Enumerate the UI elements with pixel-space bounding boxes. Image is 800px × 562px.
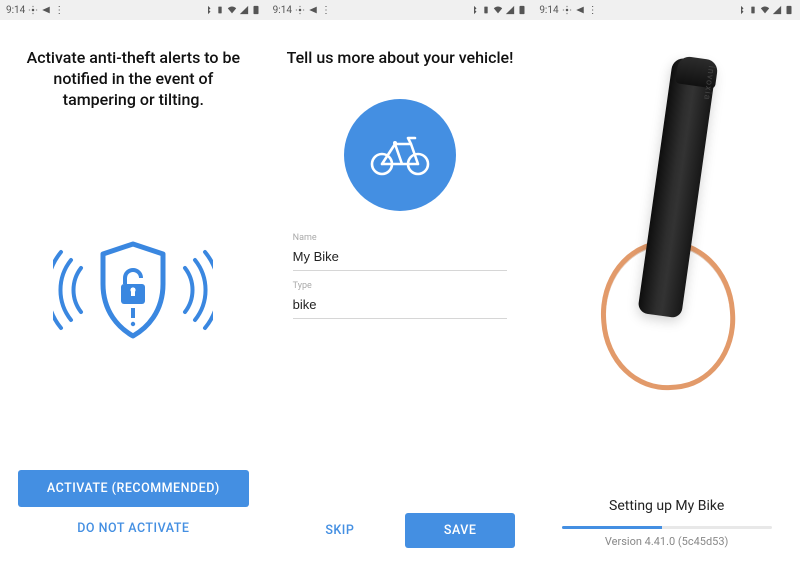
- anti-theft-heading: Activate anti-theft alerts to be notifie…: [18, 48, 249, 110]
- screen-vehicle-form: 9:14 ⋮ Tell us more about your vehicle! …: [267, 0, 534, 562]
- save-button[interactable]: Save: [405, 513, 515, 548]
- status-battery-icon: [517, 5, 527, 15]
- status-gps-icon: [295, 5, 305, 15]
- status-misc-icon: ⋮: [54, 5, 64, 16]
- status-bluetooth-icon: [736, 5, 746, 15]
- status-vibrate-icon: [481, 5, 491, 15]
- status-time: 9:14: [273, 5, 292, 16]
- shield-alert-icon: [53, 230, 213, 350]
- status-battery-icon: [251, 5, 261, 15]
- status-wifi-icon: [760, 5, 770, 15]
- name-label: Name: [293, 233, 508, 243]
- vehicle-heading: Tell us more about your vehicle!: [281, 48, 520, 67]
- status-misc-icon: ⋮: [588, 5, 598, 16]
- status-bar: 9:14 ⋮: [267, 0, 534, 20]
- setup-status-text: Setting up My Bike: [609, 498, 724, 514]
- type-label: Type: [293, 281, 508, 291]
- status-bar: 9:14 ⋮: [0, 0, 267, 20]
- status-wifi-icon: [493, 5, 503, 15]
- type-input[interactable]: [293, 293, 508, 319]
- version-label: Version 4.41.0 (5c45d53): [605, 535, 729, 548]
- bike-icon: [369, 134, 431, 176]
- status-gps-icon: [28, 5, 38, 15]
- status-bluetooth-icon: [469, 5, 479, 15]
- do-not-activate-button[interactable]: Do not activate: [18, 507, 249, 550]
- setup-progress-bar: [562, 526, 772, 529]
- status-gps-icon: [562, 5, 572, 15]
- status-time: 9:14: [539, 5, 558, 16]
- status-signal-icon: [239, 5, 249, 15]
- status-bar: 9:14 ⋮: [533, 0, 800, 20]
- setup-progress-fill: [562, 526, 663, 529]
- screen-setup-progress: 9:14 ⋮ invoxia Setting up My Bike Versio…: [533, 0, 800, 562]
- status-vibrate-icon: [215, 5, 225, 15]
- status-bluetooth-icon: [203, 5, 213, 15]
- vehicle-type-avatar[interactable]: [344, 99, 456, 211]
- status-voicemail-icon: [575, 5, 585, 15]
- status-vibrate-icon: [748, 5, 758, 15]
- status-time: 9:14: [6, 5, 25, 16]
- tracker-device-image: invoxia: [577, 54, 757, 394]
- status-signal-icon: [505, 5, 515, 15]
- status-misc-icon: ⋮: [321, 5, 331, 16]
- screen-anti-theft: 9:14 ⋮ Activate anti-theft alerts to be …: [0, 0, 267, 562]
- status-wifi-icon: [227, 5, 237, 15]
- status-voicemail-icon: [308, 5, 318, 15]
- name-input[interactable]: [293, 245, 508, 271]
- status-battery-icon: [784, 5, 794, 15]
- status-voicemail-icon: [41, 5, 51, 15]
- activate-button[interactable]: Activate (Recommended): [18, 470, 249, 507]
- status-signal-icon: [772, 5, 782, 15]
- skip-button[interactable]: Skip: [285, 513, 395, 548]
